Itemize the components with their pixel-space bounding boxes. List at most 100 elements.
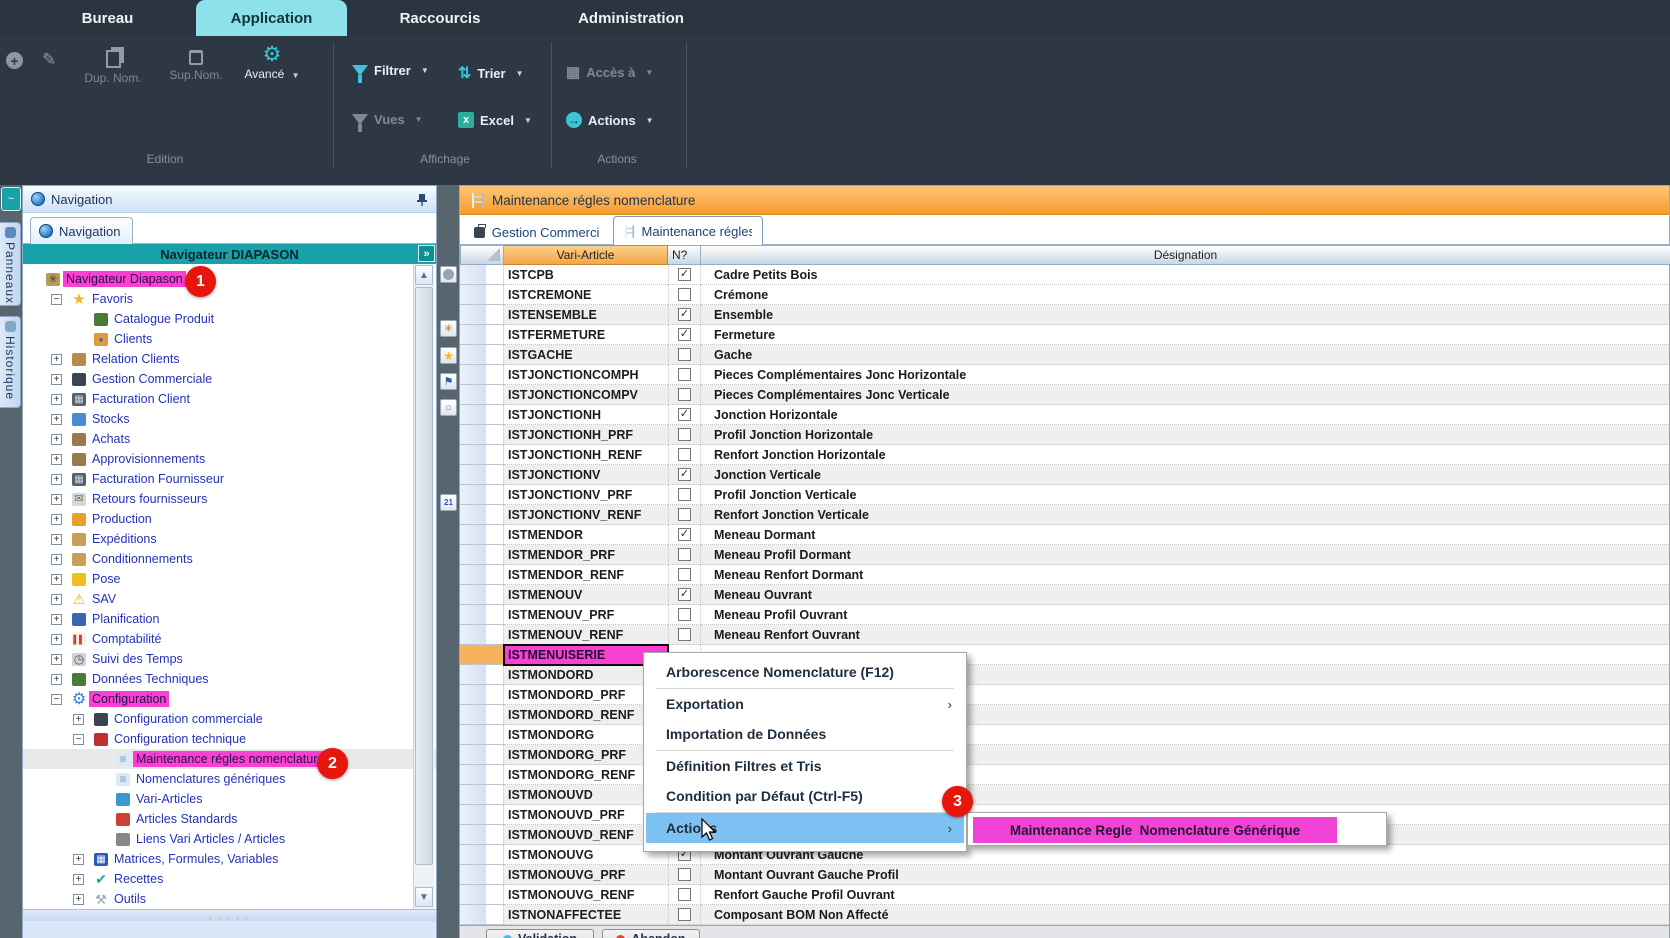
checkbox-unchecked[interactable] [678,368,691,381]
cell-vari-article[interactable]: ISTMONOUVG_RENF [504,885,668,905]
table-row[interactable]: ISTMONDORG_RENF [460,765,1669,785]
row-header-cell[interactable] [460,405,504,425]
expand-icon[interactable]: + [73,874,84,885]
document-tab-1[interactable]: Gestion Commerciale ... [464,219,609,245]
tree-item-exp-ditions[interactable]: +Expéditions [23,529,436,549]
expand-icon[interactable]: + [51,374,62,385]
table-row[interactable]: ISTMONOUVG_RENF Renfort Gauche Profil Ouv… [460,885,1669,905]
cell-designation[interactable]: Fermeture [701,325,1669,345]
excel-button[interactable]: xExcel▼ [458,112,532,128]
top-tab-administration[interactable]: Administration [545,0,717,36]
tree-item-pose[interactable]: +Pose [23,569,436,589]
cell-designation[interactable]: Renfort Gauche Profil Ouvrant [701,885,1669,905]
menu-item-d-finition-filtres-et-tris[interactable]: Définition Filtres et Tris [646,751,964,781]
checkbox-checked[interactable]: ✓ [678,588,691,601]
cell-designation[interactable]: Pieces Complémentaires Jonc Horizontale [701,365,1669,385]
checkbox-unchecked[interactable] [678,868,691,881]
cell-designation[interactable]: Meneau Dormant [701,525,1669,545]
cell-vari-article[interactable]: ISTMENOUV_PRF [504,605,668,625]
row-header-cell[interactable] [460,785,504,805]
expand-icon[interactable]: + [51,654,62,665]
abandon-button[interactable]: Abandon [602,929,700,938]
cell-vari-article[interactable]: ISTJONCTIONH [504,405,668,425]
cell-designation[interactable]: Meneau Renfort Dormant [701,565,1669,585]
row-header-cell[interactable] [460,565,504,585]
checkbox-checked[interactable]: ✓ [678,328,691,341]
checkbox-unchecked[interactable] [678,508,691,521]
checkbox-unchecked[interactable] [678,488,691,501]
cell-checkbox[interactable] [668,365,701,385]
tree-item-comptabilit-[interactable]: +▌▌Comptabilité [23,629,436,649]
tree-item-vari-articles[interactable]: Vari-Articles [23,789,436,809]
expand-icon[interactable]: + [51,354,62,365]
row-header-cell[interactable] [460,305,504,325]
table-row[interactable]: ISTMENUISERIE [460,645,1669,665]
row-header-cell[interactable] [460,765,504,785]
table-row[interactable]: ISTMONOUVD [460,785,1669,805]
cell-vari-article[interactable]: ISTJONCTIONCOMPH [504,365,668,385]
checkbox-unchecked[interactable] [678,348,691,361]
submenu-item-maintenance-regle[interactable]: Maintenance Regle Nomenclature Générique [973,817,1337,843]
row-header-cell[interactable] [460,385,504,405]
table-row[interactable]: ISTJONCTIONH✓Jonction Horizontale [460,405,1669,425]
document-tab-2[interactable]: Maintenance régles n... [613,216,763,245]
row-header-cell[interactable] [460,705,504,725]
menu-item-condition-par-d-faut-ctrl-f5-[interactable]: Condition par Défaut (Ctrl-F5) [646,781,964,811]
table-row[interactable]: ISTMENDOR_RENFMeneau Renfort Dormant [460,565,1669,585]
cell-designation[interactable]: Pieces Complémentaires Jonc Verticale [701,385,1669,405]
cell-designation[interactable]: Meneau Profil Ouvrant [701,605,1669,625]
flag-icon[interactable]: ⚑ [440,373,457,390]
table-corner-cell[interactable] [460,245,504,265]
cell-checkbox[interactable]: ✓ [668,525,701,545]
tree-item-production[interactable]: +Production [23,509,436,529]
tree-item-achats[interactable]: +Achats [23,429,436,449]
cell-vari-article[interactable]: ISTFERMETURE [504,325,668,345]
cell-vari-article[interactable]: ISTCREMONE [504,285,668,305]
tree-item-favoris[interactable]: −★Favoris [23,289,436,309]
tree-item-recettes[interactable]: +✔Recettes [23,869,436,889]
cell-checkbox[interactable] [668,345,701,365]
table-row[interactable]: ISTMENOUV✓Meneau Ouvrant [460,585,1669,605]
expand-icon[interactable]: + [51,454,62,465]
cell-vari-article[interactable]: ISTJONCTIONV_PRF [504,485,668,505]
table-row[interactable]: ISTMENOUV_PRF Meneau Profil Ouvrant [460,605,1669,625]
expand-icon[interactable]: + [51,554,62,565]
expand-icon[interactable]: + [73,714,84,725]
cell-checkbox[interactable]: ✓ [668,405,701,425]
cell-vari-article[interactable]: ISTGACHE [504,345,668,365]
row-header-cell[interactable] [460,505,504,525]
row-header-cell[interactable] [460,725,504,745]
table-row[interactable]: ISTMONDORD_RENF [460,705,1669,725]
row-header-cell[interactable] [460,685,504,705]
table-row[interactable]: ISTENSEMBLE✓Ensemble [460,305,1669,325]
tree-scrollbar[interactable]: ▲ ▼ [413,264,434,909]
scroll-up-arrow[interactable]: ▲ [415,265,433,285]
cell-vari-article[interactable]: ISTMENOUV_RENF [504,625,668,645]
tree-item-gestion-commerciale[interactable]: +Gestion Commerciale [23,369,436,389]
checkbox-unchecked[interactable] [678,448,691,461]
collapse-icon[interactable]: − [51,294,62,305]
table-row[interactable]: ISTJONCTIONCOMPH Pieces Complémentaires J… [460,365,1669,385]
table-row[interactable]: ISTMONOUVG✓Montant Ouvrant Gauche [460,845,1669,865]
cell-checkbox[interactable] [668,905,701,925]
table-row[interactable]: ISTJONCTIONV_PRFProfil Jonction Vertical… [460,485,1669,505]
tree-item-donn-es-techniques[interactable]: +Données Techniques [23,669,436,689]
add-button[interactable]: + [6,52,23,69]
tree-item-configuration-technique[interactable]: −Configuration technique [23,729,436,749]
tree-item-catalogue-produit[interactable]: Catalogue Produit [23,309,436,329]
table-row[interactable]: ISTGACHEGache [460,345,1669,365]
tree-item-planification[interactable]: +Planification [23,609,436,629]
checkbox-unchecked[interactable] [678,908,691,921]
checkbox-unchecked[interactable] [678,568,691,581]
tree-item-maintenance-r-gles-nomenclature[interactable]: ≡Maintenance régles nomenclature [23,749,436,769]
compass-icon[interactable]: ✳ [440,320,457,337]
column-header-designation[interactable]: Désignation [701,245,1670,265]
cell-checkbox[interactable]: ✓ [668,265,701,285]
row-header-cell[interactable] [460,445,504,465]
panel-collapse-button[interactable]: ~ [1,187,21,211]
expand-icon[interactable]: + [51,414,62,425]
checkbox-unchecked[interactable] [678,428,691,441]
table-row[interactable]: ISTMENDOR_PRFMeneau Profil Dormant [460,545,1669,565]
tree-item-stocks[interactable]: +Stocks [23,409,436,429]
cell-designation[interactable]: Ensemble [701,305,1669,325]
